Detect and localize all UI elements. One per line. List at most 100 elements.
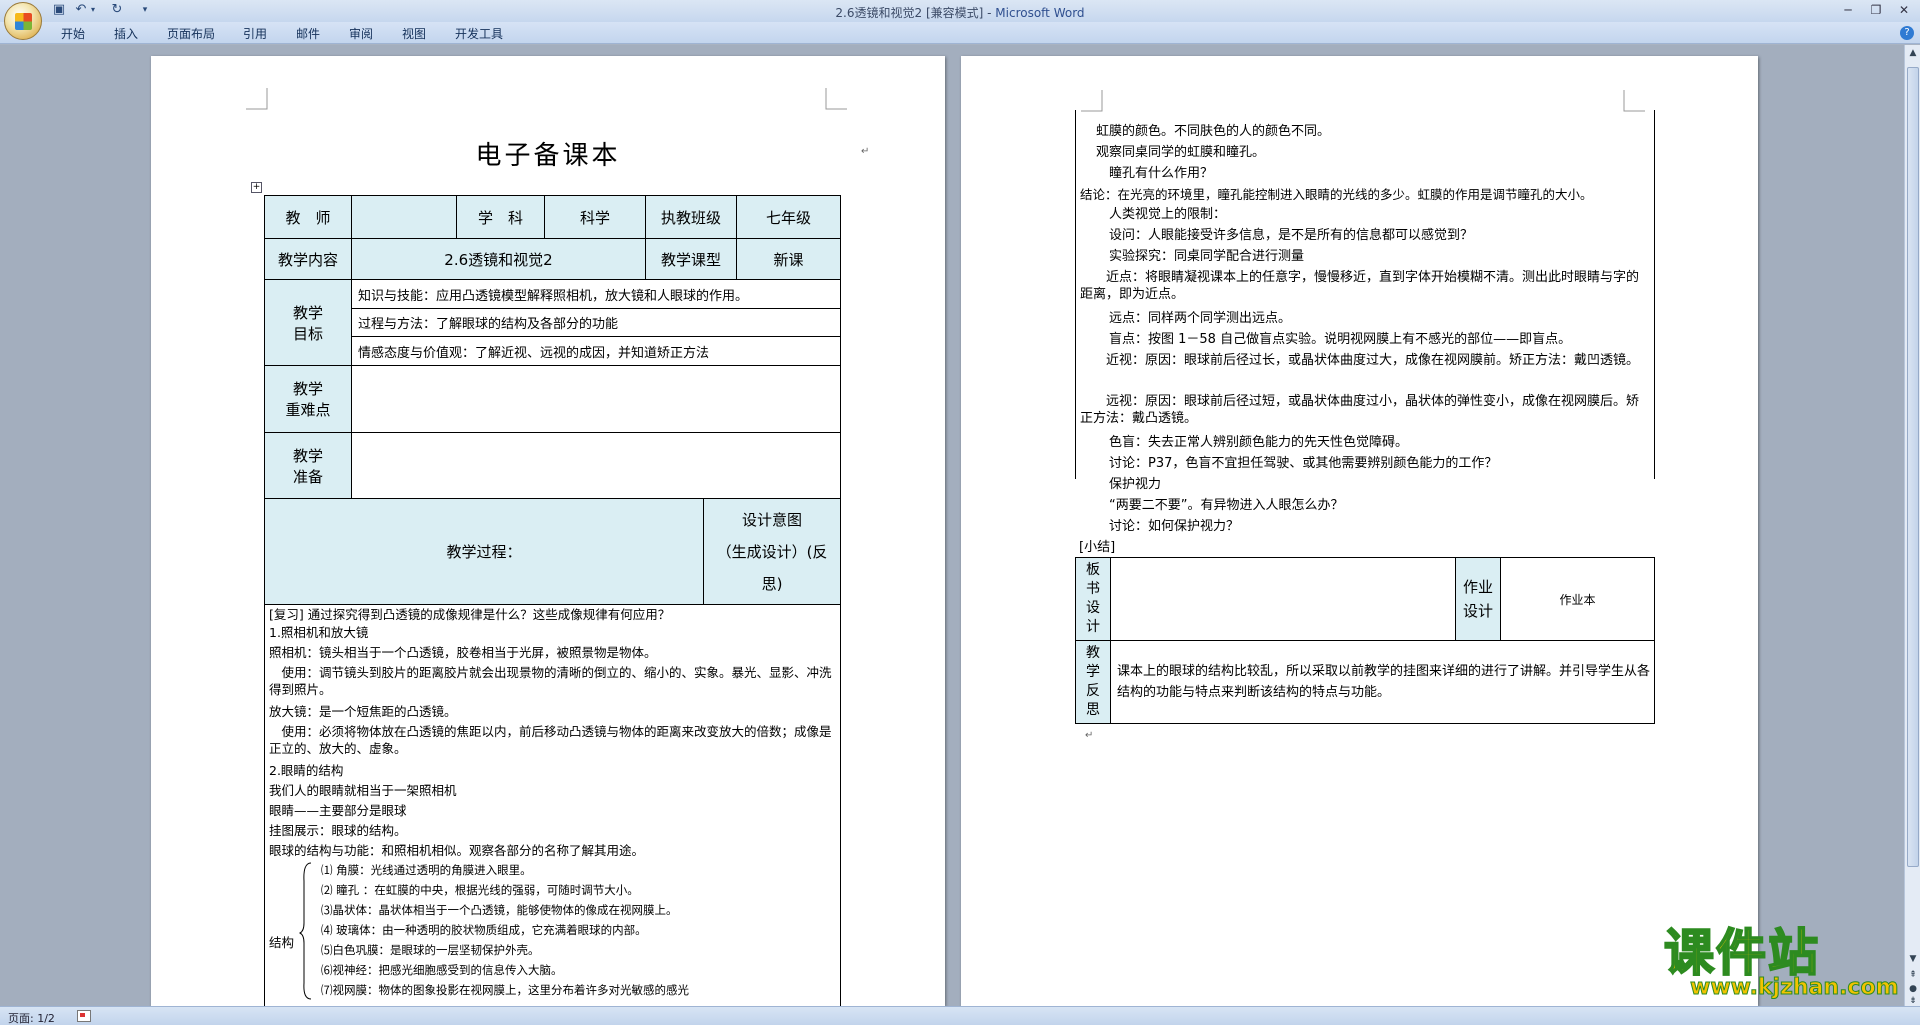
watermark-logo: 课件站	[1663, 924, 1820, 982]
body-line: [复习] 通过探究得到凸透镜的成像规律是什么？这些成像规律有何应用？	[269, 607, 671, 622]
lesson-type-value[interactable]: 新课	[736, 238, 841, 280]
scroll-up-icon[interactable]: ▲	[1907, 47, 1919, 59]
office-logo-icon	[15, 13, 32, 30]
document-name: 2.6透镜和视觉2 [兼容模式] -	[835, 6, 996, 20]
board-label-char: 书	[1086, 581, 1100, 597]
tab-mailings[interactable]: 邮件	[296, 25, 320, 42]
body-line: 虹膜的颜色。不同肤色的人的颜色不同。	[1083, 124, 1331, 139]
close-icon[interactable]: ✕	[1892, 1, 1916, 19]
structure-item: ⑶晶状体：晶状体相当于一个凸透镜，能够使物体的像成在视网膜上。	[321, 903, 678, 917]
class-label: 执教班级	[645, 195, 737, 239]
body-line: 实验探究：同桌同学配合进行测量	[1083, 249, 1305, 264]
office-button[interactable]	[4, 2, 42, 40]
structure-item: ⑷ 玻璃体：由一种透明的胶状物质组成，它充满着眼球的内部。	[321, 923, 647, 937]
body-paragraph: 使用：调节镜头到胶片的距离胶片就会出现景物的清晰的倒立的、缩小的、实象。暴光、显…	[269, 665, 832, 697]
preparation-label-line-1: 教学	[292, 446, 323, 465]
homework-value[interactable]: 作业本	[1500, 557, 1655, 641]
scrollbar-thumb[interactable]	[1907, 67, 1919, 867]
goal-label-line-2: 目标	[292, 324, 323, 343]
structure-item: ⑹视神经：把感光细胞感受到的信息传入大脑。	[321, 963, 563, 977]
brace-icon	[299, 862, 312, 1000]
class-value[interactable]: 七年级	[736, 195, 841, 239]
body-line: 眼睛——主要部分是眼球	[269, 803, 407, 818]
body-line: “两要二不要”。有异物进入人眼怎么办？	[1083, 498, 1344, 513]
page-count[interactable]: 页面: 1/2	[8, 1010, 55, 1025]
body-line: 放大镜：是一个短焦距的凸透镜。	[269, 704, 457, 719]
body-line: 讨论：P37，色盲不宜担任驾驶、或其他需要辨别颜色能力的工作？	[1083, 456, 1498, 471]
tab-page-layout[interactable]: 页面布局	[167, 25, 215, 42]
body-line: 设问：人眼能接受许多信息，是不是所有的信息都可以感觉到？	[1083, 228, 1474, 243]
body-line: 观察同桌同学的虹膜和瞳孔。	[1083, 145, 1266, 160]
body-line: 1.照相机和放大镜	[269, 625, 369, 640]
ribbon-tabs: 开始 插入 页面布局 引用 邮件 审阅 视图 开发工具 ?	[0, 22, 1920, 44]
tab-view[interactable]: 视图	[402, 25, 426, 42]
goal-knowledge[interactable]: 知识与技能：应用凸透镜模型解释照相机，放大镜和人眼球的作用。	[351, 279, 841, 309]
board-label-char: 计	[1086, 619, 1100, 635]
app-name: Microsoft Word	[995, 6, 1085, 20]
crop-mark-top-right	[825, 88, 847, 110]
goal-process[interactable]: 过程与方法：了解眼球的结构及各部分的功能	[351, 308, 841, 337]
window-title: 2.6透镜和视觉2 [兼容模式] - Microsoft Word	[0, 4, 1920, 21]
restore-icon[interactable]: ❐	[1864, 1, 1888, 19]
page-1[interactable]: 电子备课本 ↵ + 教 师 学 科 科学 执教班级 七年级 教学内容 2.6透镜…	[151, 56, 945, 1006]
design-intent-line-3: 思)	[761, 574, 783, 593]
reflection-label-char: 学	[1086, 664, 1100, 680]
reflection-label-char: 教	[1086, 645, 1100, 661]
body-paragraph: 远视：原因：眼球前后径过短，或晶状体曲度过小，晶状体的弹性变小，成像在视网膜后。…	[1080, 394, 1640, 426]
tab-home[interactable]: 开始	[61, 25, 85, 42]
key-points-label-line-2: 重难点	[285, 401, 331, 419]
body-paragraph: 近视：原因：眼球前后径过长，或晶状体曲度过大，成像在视网膜前。矫正方法：戴凹透镜…	[1080, 353, 1640, 368]
tab-insert[interactable]: 插入	[114, 25, 138, 42]
previous-page-icon[interactable]: ⇞	[1907, 969, 1919, 981]
preparation-value[interactable]	[351, 432, 841, 499]
structure-item: ⑵ 瞳孔 ：在虹膜的中央，根据光线的强弱，可随时调节大小。	[321, 883, 639, 897]
design-intent-line-1: 设计意图	[741, 510, 802, 529]
goal-emotion[interactable]: 情感态度与价值观：了解近视、远视的成因，并知道矫正方法	[351, 336, 841, 366]
crop-mark-top-left	[1081, 90, 1103, 112]
structure-label: 结构	[269, 935, 295, 950]
body-line: 我们人的眼睛就相当于一架照相机	[269, 783, 457, 798]
crop-mark-top-right	[1623, 90, 1645, 112]
board-design-label: 板 书 设 计	[1075, 557, 1111, 641]
homework-label-line-1: 作业	[1462, 578, 1493, 596]
vertical-scrollbar[interactable]: ▲ ▼ ⇞ ● ⇟	[1904, 45, 1920, 1006]
page-2[interactable]: 虹膜的颜色。不同肤色的人的颜色不同。 观察同桌同学的虹膜和瞳孔。 瞳孔有什么作用…	[961, 56, 1758, 1006]
help-icon[interactable]: ?	[1900, 26, 1914, 40]
teacher-value[interactable]	[351, 195, 457, 239]
tab-references[interactable]: 引用	[243, 25, 267, 42]
preparation-label: 教学 准备	[264, 432, 352, 499]
key-points-value[interactable]	[351, 365, 841, 433]
board-label-char: 设	[1086, 600, 1100, 616]
content-value[interactable]: 2.6透镜和视觉2	[351, 238, 646, 280]
tab-developer[interactable]: 开发工具	[455, 25, 503, 42]
key-points-label: 教学 重难点	[264, 365, 352, 433]
subject-value[interactable]: 科学	[544, 195, 646, 239]
board-design-value[interactable]	[1110, 557, 1456, 641]
body-paragraph: 近点：将眼睛凝视课本上的任意字，慢慢移近，直到字体开始模糊不清。测出此时眼睛与字…	[1080, 270, 1640, 302]
homework-label: 作业 设计	[1455, 557, 1501, 641]
reflection-label: 教 学 反 思	[1075, 640, 1111, 724]
design-intent-label: 设计意图 （生成设计）(反 思)	[703, 498, 841, 605]
title-bar: ▣ ↶ ▾ ↻ ▾ 2.6透镜和视觉2 [兼容模式] - Microsoft W…	[0, 0, 1920, 22]
body-line: 色盲：失去正常人辨别颜色能力的先天性色觉障碍。	[1083, 435, 1409, 450]
paragraph-mark: ↵	[861, 146, 870, 157]
summary-label: [小结]	[1079, 540, 1116, 555]
goal-label: 教学 目标	[264, 279, 352, 366]
design-intent-line-2: （生成设计）(反	[716, 542, 828, 561]
body-line: 保护视力	[1083, 477, 1162, 492]
minimize-icon[interactable]: ─	[1836, 1, 1860, 19]
content-label: 教学内容	[264, 238, 352, 280]
teacher-label: 教 师	[264, 195, 352, 239]
table-move-handle-icon[interactable]: +	[251, 182, 262, 193]
watermark-url: www.kjzhan.com	[1690, 975, 1900, 1001]
body-paragraph: 使用：必须将物体放在凸透镜的焦距以内，前后移动凸透镜与物体的距离来改变放大的倍数…	[269, 724, 832, 756]
tab-review[interactable]: 审阅	[349, 25, 373, 42]
document-workspace[interactable]: 电子备课本 ↵ + 教 师 学 科 科学 执教班级 七年级 教学内容 2.6透镜…	[0, 45, 1904, 1006]
reflection-text: 课本上的眼球的结构比较乱，所以采取以前教学的挂图来详细的进行了讲解。并引导学生从…	[1117, 664, 1651, 700]
body-line: 瞳孔有什么作用？	[1083, 166, 1214, 181]
browse-object-icon[interactable]: ●	[1907, 983, 1919, 995]
proofing-icon[interactable]	[77, 1010, 91, 1022]
reflection-value[interactable]: 课本上的眼球的结构比较乱，所以采取以前教学的挂图来详细的进行了讲解。并引导学生从…	[1110, 640, 1655, 724]
scroll-down-icon[interactable]: ▼	[1907, 953, 1919, 965]
process-label: 教学过程：	[264, 498, 704, 605]
